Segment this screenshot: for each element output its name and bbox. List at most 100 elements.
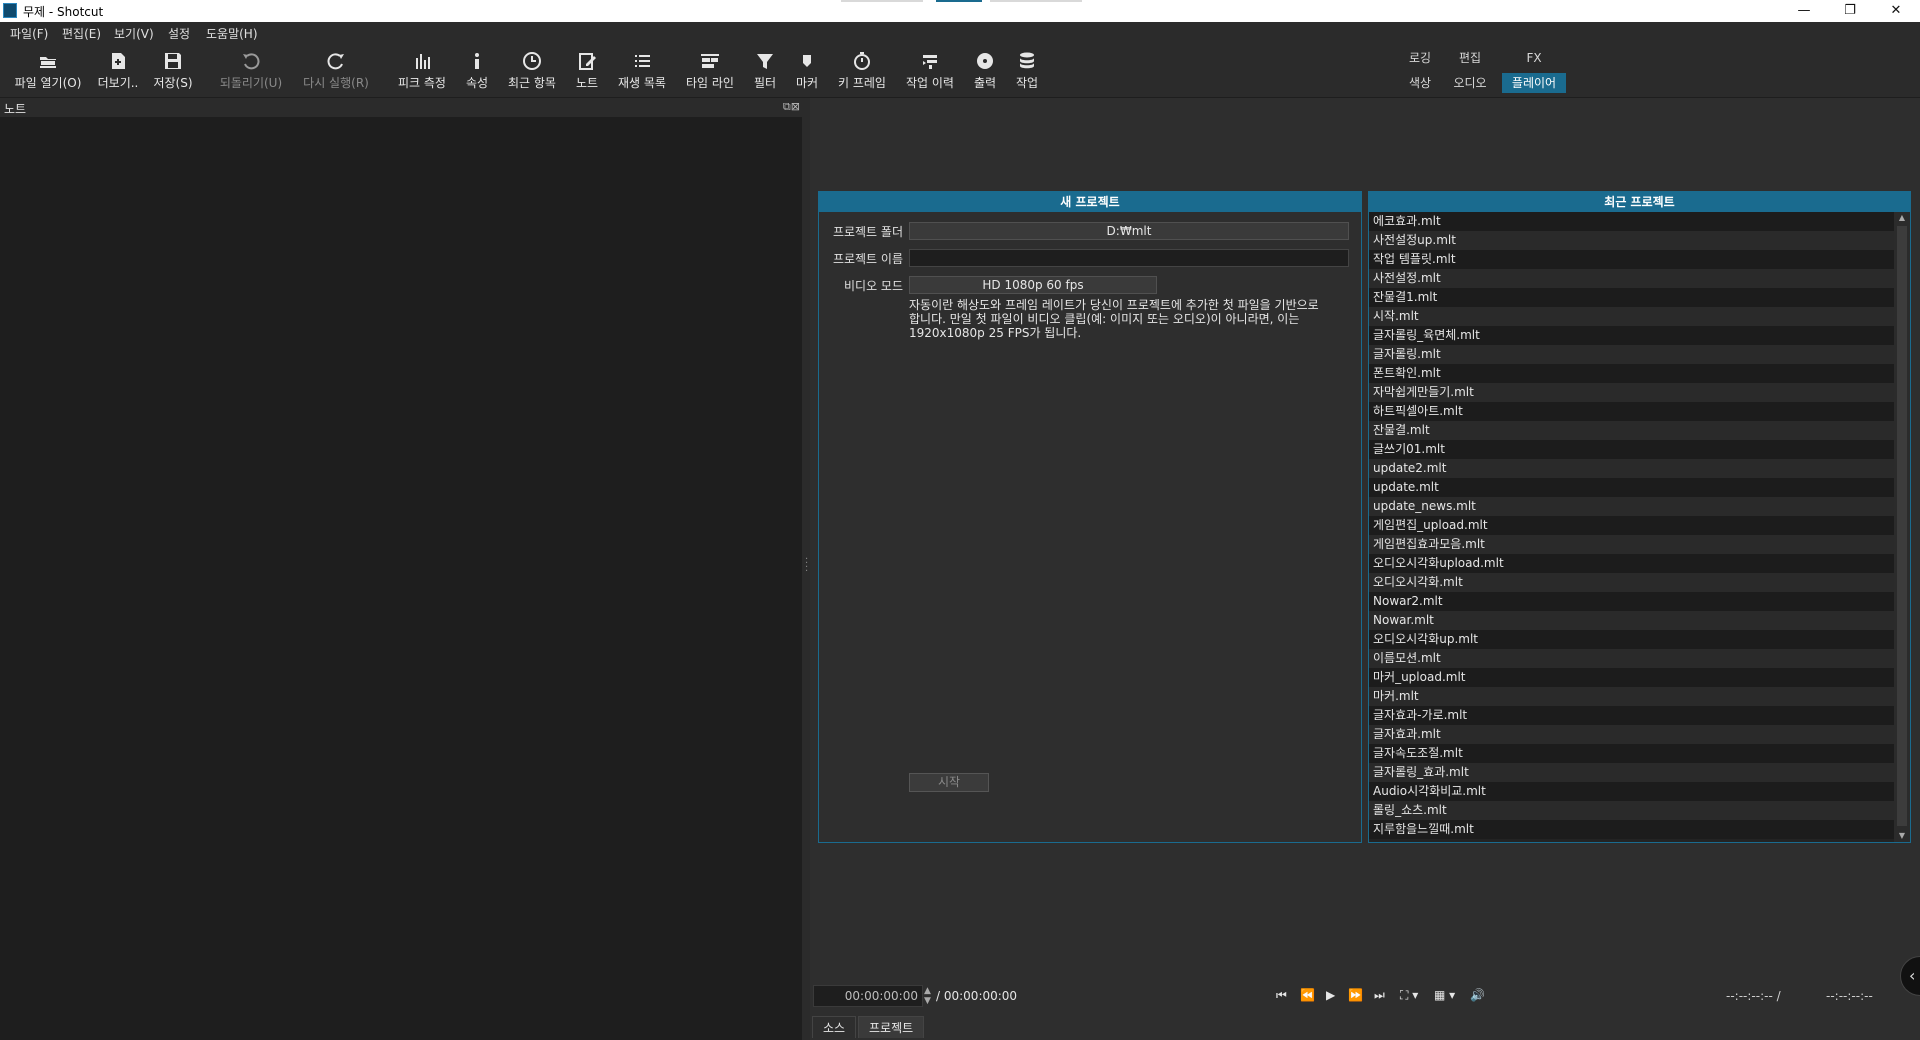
recent-project-item[interactable]: 사전설정up.mlt bbox=[1369, 231, 1894, 250]
panel-splitter[interactable]: · · · · bbox=[802, 98, 810, 1040]
markers-button[interactable]: 마커 bbox=[790, 48, 824, 96]
recent-project-item[interactable]: 시작.mlt bbox=[1369, 307, 1894, 326]
recent-project-item[interactable]: 오디오시각화upload.mlt bbox=[1369, 554, 1894, 573]
start-button[interactable]: 시작 bbox=[909, 773, 989, 792]
project-folder-field[interactable]: D:₩mlt bbox=[909, 222, 1349, 240]
layout-color-button[interactable]: 색상 bbox=[1400, 73, 1440, 93]
recent-project-item[interactable]: 글자효과.mlt bbox=[1369, 725, 1894, 744]
recent-project-item[interactable]: 잔물결.mlt bbox=[1369, 421, 1894, 440]
recent-label: 최근 항목 bbox=[508, 76, 556, 90]
restore-button[interactable]: ❐ bbox=[1827, 0, 1873, 22]
notes-text-area[interactable] bbox=[0, 117, 802, 1040]
tab-source[interactable]: 소스 bbox=[812, 1016, 857, 1038]
keyframes-label: 키 프레임 bbox=[838, 76, 886, 90]
open-other-button[interactable]: 더보기.. bbox=[96, 48, 140, 96]
recent-project-item[interactable]: 마커.mlt bbox=[1369, 687, 1894, 706]
close-button[interactable]: ✕ bbox=[1873, 0, 1919, 22]
notes-panel-header: 노트 ⧉⊠ bbox=[0, 98, 802, 116]
minimize-button[interactable]: — bbox=[1781, 0, 1827, 22]
recent-project-item[interactable]: 오디오시각화.mlt bbox=[1369, 573, 1894, 592]
tab-project[interactable]: 프로젝트 bbox=[858, 1016, 925, 1038]
properties-button[interactable]: 속성 bbox=[460, 48, 494, 96]
scroll-down-icon[interactable]: ▼ bbox=[1894, 830, 1910, 842]
recent-project-item[interactable]: 사전설정.mlt bbox=[1369, 269, 1894, 288]
recent-scrollbar[interactable]: ▲ ▼ bbox=[1894, 212, 1910, 842]
recent-project-item[interactable]: update.mlt bbox=[1369, 478, 1894, 497]
layout-fx-button[interactable]: FX bbox=[1516, 48, 1552, 68]
recent-project-item[interactable]: Nowar2.mlt bbox=[1369, 592, 1894, 611]
open-file-button[interactable]: 파일 열기(O) bbox=[8, 48, 88, 96]
recent-project-item[interactable]: 글자롤링_효과.mlt bbox=[1369, 763, 1894, 782]
play-icon[interactable]: ▶ bbox=[1326, 988, 1335, 1002]
rewind-icon[interactable]: ⏪ bbox=[1300, 988, 1315, 1002]
titlebar-separator bbox=[990, 0, 1082, 2]
recent-project-item[interactable]: 지루함을느낄때.mlt bbox=[1369, 820, 1894, 839]
undo-button[interactable]: 되돌리기(U) bbox=[214, 48, 288, 96]
current-timecode-input[interactable]: 00:00:00:00 bbox=[813, 985, 923, 1007]
volume-icon[interactable]: 🔊 bbox=[1470, 988, 1485, 1002]
menu-view[interactable]: 보기(V) bbox=[114, 25, 154, 42]
menu-help[interactable]: 도움말(H) bbox=[206, 25, 258, 42]
recent-project-item[interactable]: 글자롤링.mlt bbox=[1369, 345, 1894, 364]
recent-button[interactable]: 최근 항목 bbox=[504, 48, 560, 96]
recent-project-item[interactable]: 롤링_쇼츠.mlt bbox=[1369, 801, 1894, 820]
grid-icon[interactable]: ▦ ▾ bbox=[1434, 988, 1455, 1002]
layout-player-button[interactable]: 플레이어 bbox=[1502, 73, 1566, 93]
recent-project-item[interactable]: 이름모션.mlt bbox=[1369, 649, 1894, 668]
recent-project-item[interactable]: 폰트확인.mlt bbox=[1369, 364, 1894, 383]
recent-project-item[interactable]: update_news.mlt bbox=[1369, 497, 1894, 516]
skip-to-end-icon[interactable]: ⏭ bbox=[1374, 988, 1385, 1003]
project-name-input[interactable] bbox=[909, 249, 1349, 267]
timeline-button[interactable]: 타임 라인 bbox=[680, 48, 740, 96]
recent-project-item[interactable]: 하트픽셀아트.mlt bbox=[1369, 402, 1894, 421]
playlist-button[interactable]: 재생 목록 bbox=[614, 48, 670, 96]
scrollbar-thumb[interactable] bbox=[1897, 226, 1907, 826]
save-label: 저장(S) bbox=[153, 76, 193, 90]
recent-project-item[interactable]: 게임편집_upload.mlt bbox=[1369, 516, 1894, 535]
recent-project-item[interactable]: 글쓰기01.mlt bbox=[1369, 440, 1894, 459]
recent-project-item[interactable]: 글자속도조절.mlt bbox=[1369, 744, 1894, 763]
jobs-button[interactable]: 작업 bbox=[1010, 48, 1044, 96]
recent-project-item[interactable]: 게임편집효과모음.mlt bbox=[1369, 535, 1894, 554]
marker-icon bbox=[790, 48, 824, 74]
recent-project-item[interactable]: 자막쉽게만들기.mlt bbox=[1369, 383, 1894, 402]
transport-bar: 00:00:00:00 ▲ ▼ / 00:00:00:00 ⏮ ⏪ ▶ ⏩ ⏭ ⛶… bbox=[810, 985, 1920, 1009]
recent-project-item[interactable]: 오디오시각화up.mlt bbox=[1369, 630, 1894, 649]
video-mode-select[interactable]: HD 1080p 60 fps bbox=[909, 276, 1157, 294]
skip-to-start-icon[interactable]: ⏮ bbox=[1276, 988, 1287, 1003]
dock-float-close-icon[interactable]: ⧉⊠ bbox=[783, 100, 800, 114]
recent-project-item[interactable]: Nowar.mlt bbox=[1369, 611, 1894, 630]
layout-logging-button[interactable]: 로깅 bbox=[1400, 48, 1440, 68]
layout-editing-button[interactable]: 편집 bbox=[1450, 48, 1490, 68]
recent-project-item[interactable]: Audio시각화비교.mlt bbox=[1369, 782, 1894, 801]
recent-project-item[interactable]: 마커_upload.mlt bbox=[1369, 668, 1894, 687]
menu-edit[interactable]: 편집(E) bbox=[62, 25, 101, 42]
timecode-spin-icon[interactable]: ▲ ▼ bbox=[924, 986, 931, 1006]
recent-project-item[interactable]: 글자롤링_육면체.mlt bbox=[1369, 326, 1894, 345]
fast-forward-icon[interactable]: ⏩ bbox=[1348, 988, 1363, 1002]
layout-audio-button[interactable]: 오디오 bbox=[1450, 73, 1490, 93]
redo-button[interactable]: 다시 실행(R) bbox=[298, 48, 374, 96]
menu-settings[interactable]: 설정 bbox=[168, 25, 190, 42]
recent-project-item[interactable]: 글자효과-가로.mlt bbox=[1369, 706, 1894, 725]
zoom-icon[interactable]: ⛶ ▾ bbox=[1400, 988, 1418, 1003]
open-other-label: 더보기.. bbox=[97, 76, 139, 90]
notes-button[interactable]: 노트 bbox=[570, 48, 604, 96]
scroll-up-icon[interactable]: ▲ bbox=[1894, 212, 1910, 224]
save-button[interactable]: 저장(S) bbox=[150, 48, 196, 96]
notes-edit-icon bbox=[570, 48, 604, 74]
history-button[interactable]: 작업 이력 bbox=[902, 48, 958, 96]
menu-file[interactable]: 파일(F) bbox=[10, 25, 48, 42]
main-toolbar: 파일 열기(O) 더보기.. 저장(S) 되돌리기(U) 다시 실행(R) 피크… bbox=[0, 44, 1920, 98]
titlebar-accent-line bbox=[936, 0, 982, 2]
recent-project-item[interactable]: 잔물결1.mlt bbox=[1369, 288, 1894, 307]
titlebar-separator bbox=[841, 0, 923, 2]
peak-meter-label: 피크 측정 bbox=[398, 76, 446, 90]
recent-project-item[interactable]: update2.mlt bbox=[1369, 459, 1894, 478]
export-button[interactable]: 출력 bbox=[968, 48, 1002, 96]
recent-project-item[interactable]: 작업 템플릿.mlt bbox=[1369, 250, 1894, 269]
peak-meter-button[interactable]: 피크 측정 bbox=[394, 48, 450, 96]
keyframes-button[interactable]: 키 프레임 bbox=[834, 48, 890, 96]
recent-project-item[interactable]: 에코효과.mlt bbox=[1369, 212, 1894, 231]
filters-button[interactable]: 필터 bbox=[748, 48, 782, 96]
